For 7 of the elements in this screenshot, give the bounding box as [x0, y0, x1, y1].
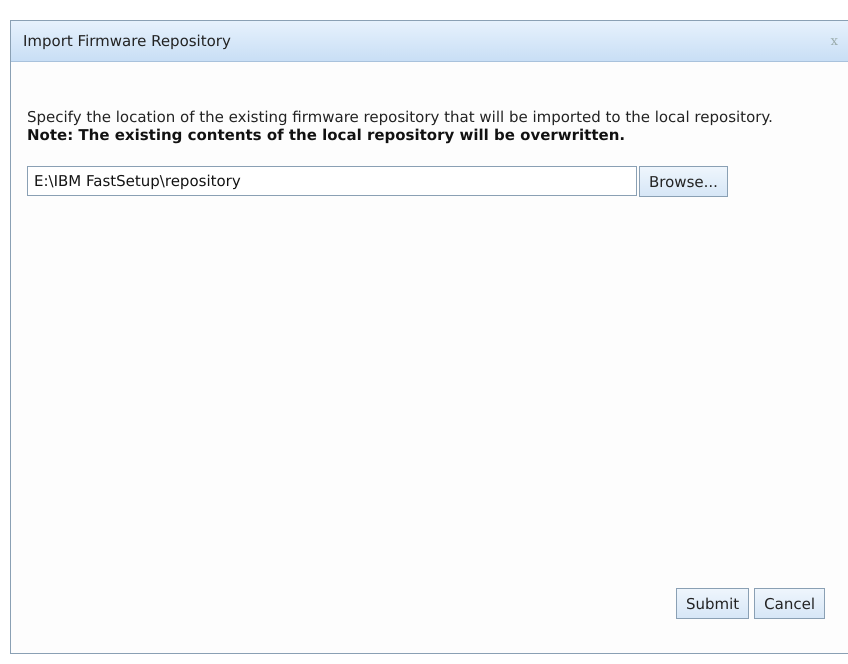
browse-button[interactable]: Browse... [639, 166, 728, 197]
warning-note: Note: The existing contents of the local repository will be overwritten. [27, 126, 626, 145]
dialog-title: Import Firmware Repository [23, 32, 231, 50]
description-text: Specify the location of the existing firmware repository that will be imported to the local repository. [27, 108, 774, 126]
submit-button[interactable]: Submit [676, 588, 750, 619]
path-input-field[interactable]: E:\IBM FastSetup\repository [27, 166, 637, 196]
cancel-button[interactable]: Cancel [754, 588, 825, 619]
